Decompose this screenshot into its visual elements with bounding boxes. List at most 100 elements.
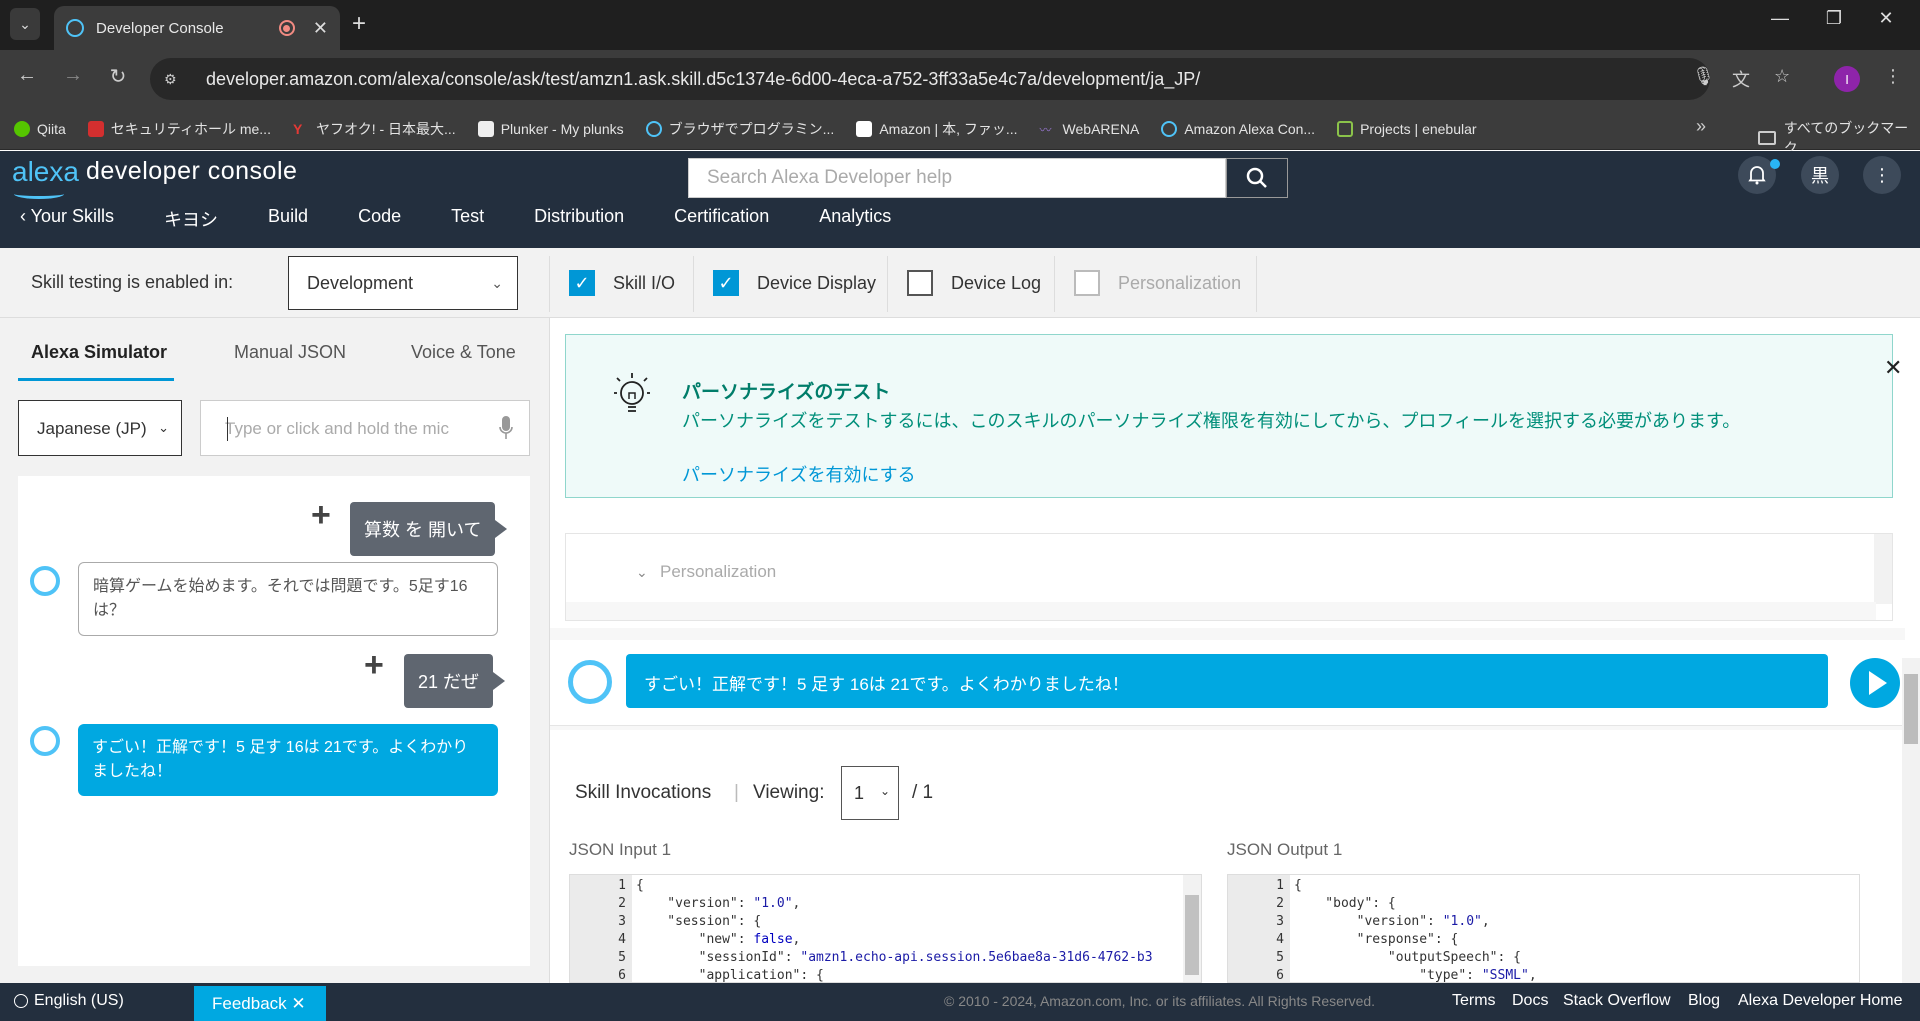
alexa-ring-icon [568,660,612,704]
tab-manual-json[interactable]: Manual JSON [234,342,346,363]
chevron-down-icon[interactable]: ⌄ [636,564,648,581]
bookmark-item[interactable]: Projects | enebular [1337,120,1477,137]
nav-test[interactable]: Test [451,206,485,252]
bookmark-icon [1337,120,1354,137]
add-utterance-icon[interactable]: + [311,496,331,535]
nav-analytics[interactable]: Analytics [819,206,891,252]
bookmark-item[interactable]: ブラウザでプログラミン... [645,119,834,139]
tab-search-button[interactable]: ⌄ [10,8,40,40]
url-field[interactable]: ⚙ developer.amazon.com/alexa/console/ask… [150,58,1710,100]
footer-link-alexa-home[interactable]: Alexa Developer Home [1738,992,1903,1010]
alexa-response-text: すごい！正解です！5 足す 16は 21です。よくわかりましたね！ [626,654,1828,708]
alexa-ring-icon [30,566,60,596]
enable-personalization-link[interactable]: パーソナライズを有効にする [682,461,916,487]
chevron-left-icon: ‹ [20,206,31,226]
add-utterance-icon[interactable]: + [364,646,384,685]
chevron-down-icon: ⌄ [879,784,890,798]
close-icon[interactable]: ✕ [1884,355,1902,381]
play-icon[interactable] [1850,658,1900,708]
device-display-checkbox[interactable]: ✓ Device Display [713,270,876,296]
invocation-page-select[interactable]: 1 ⌄ [841,766,899,820]
device-log-checkbox[interactable]: Device Log [907,270,1041,296]
viewing-label: Viewing: [753,782,825,803]
bookmarks-bar: Qiita セキュリティホール me... Y ヤフオク! - 日本最大... P… [0,108,1920,150]
language-select[interactable]: Japanese (JP) ⌄ [18,400,182,456]
scrollbar-thumb[interactable] [1185,895,1199,975]
user-message: 算数 を 開いて [350,502,508,556]
skill-io-checkbox[interactable]: ✓ Skill I/O [569,270,675,296]
code-line: "version": "1.0", [1294,914,1490,929]
bookmark-icon [14,120,30,137]
active-tab-indicator [18,378,174,381]
scrollbar-thumb[interactable] [1904,674,1918,744]
nav-distribution[interactable]: Distribution [534,206,624,252]
maximize-button[interactable]: ❐ [1814,8,1854,29]
footer-language-select[interactable]: English (US) [14,992,124,1010]
invocation-total: / 1 [912,782,934,803]
personalization-label: Personalization [660,562,777,581]
browser-tab-bar: ⌄ Developer Console ✕ + — ❐ ✕ [0,0,1920,50]
code-line: "response": { [1294,932,1459,947]
tab-voice-tone[interactable]: Voice & Tone [411,342,516,363]
bookmark-icon [477,120,494,137]
nav-certification[interactable]: Certification [674,206,769,252]
minimize-button[interactable]: — [1760,8,1800,29]
help-search-input[interactable]: Search Alexa Developer help [688,158,1226,198]
alexa-smile-icon [14,189,64,199]
address-bar: ← → ↻ ⚙ developer.amazon.com/alexa/conso… [0,50,1920,108]
back-button[interactable]: ← [12,64,42,87]
footer-link-blog[interactable]: Blog [1688,992,1720,1010]
bookmark-icon [645,120,662,137]
bookmark-item[interactable]: 〰 WebARENA [1040,121,1140,137]
environment-select[interactable]: Development ⌄ [288,256,518,310]
footer-link-stack-overflow[interactable]: Stack Overflow [1563,992,1671,1010]
nav-skill-name[interactable]: キヨシ [164,206,218,252]
microphone-icon[interactable]: 🎙 [1692,66,1715,87]
site-settings-icon[interactable]: ⚙ [164,71,184,87]
separator: | [734,782,739,803]
bookmark-item[interactable]: セキュリティホール me... [87,119,271,139]
feedback-button[interactable]: Feedback ✕ [194,986,326,1021]
more-options-icon[interactable]: ⋮ [1863,156,1901,194]
bookmark-item[interactable]: Plunker - My plunks [477,120,624,137]
bookmark-icon: 〰 [1039,122,1052,137]
new-tab-button[interactable]: + [352,10,366,38]
browser-tab[interactable]: Developer Console ✕ [54,6,340,50]
horizontal-scrollbar[interactable] [566,602,1876,620]
alexa-logo[interactable]: alexa [12,156,79,188]
nav-code[interactable]: Code [358,206,401,252]
bookmark-item[interactable]: Amazon Alexa Con... [1161,120,1315,137]
more-bookmarks-icon[interactable]: » [1696,116,1706,137]
personalization-notice: パーソナライズのテスト パーソナライズをテストするには、このスキルのパーソナライ… [565,334,1902,498]
nav-build[interactable]: Build [268,206,308,252]
translate-icon[interactable]: 文 [1732,66,1750,92]
tab-alexa-simulator[interactable]: Alexa Simulator [31,342,167,363]
footer-link-docs[interactable]: Docs [1512,992,1548,1010]
skill-io-panel: パーソナライズのテスト パーソナライズをテストするには、このスキルのパーソナライ… [550,318,1920,1021]
bookmark-star-icon[interactable]: ☆ [1774,66,1790,87]
user-avatar[interactable]: 黒 [1801,156,1839,194]
footer-link-terms[interactable]: Terms [1452,992,1496,1010]
bookmark-item[interactable]: Y ヤフオク! - 日本最大... [293,119,456,139]
code-line: { [636,878,644,893]
json-output-editor[interactable]: 1 2 3 4 5 6 { "body": { "version": "1.0"… [1227,874,1860,983]
reload-button[interactable]: ↻ [103,64,133,89]
utterance-input[interactable]: Type or click and hold the mic [200,400,530,456]
text-caret [227,417,228,441]
close-tab-icon[interactable]: ✕ [313,18,328,39]
personalization-checkbox[interactable]: Personalization [1074,270,1241,296]
bookmark-item[interactable]: Amazon | 本, ファッ... [856,119,1018,139]
forward-button[interactable]: → [58,64,88,87]
json-input-editor[interactable]: 1 2 3 4 5 6 { "version": "1.0", "session… [569,874,1202,983]
vertical-scrollbar[interactable] [1874,534,1892,604]
bookmark-item[interactable]: Qiita [14,120,66,137]
search-button[interactable] [1226,158,1288,198]
profile-avatar[interactable]: I [1834,66,1860,92]
microphone-icon[interactable] [499,415,513,441]
browser-menu-icon[interactable]: ⋮ [1884,66,1902,87]
chevron-down-icon: ⌄ [491,275,503,291]
notice-body: パーソナライズをテストするには、このスキルのパーソナライズ権限を有効にしてから、… [682,411,1741,431]
nav-your-skills[interactable]: ‹ Your Skills [20,206,114,252]
close-icon[interactable]: ✕ [291,994,305,1013]
close-window-button[interactable]: ✕ [1866,8,1906,29]
